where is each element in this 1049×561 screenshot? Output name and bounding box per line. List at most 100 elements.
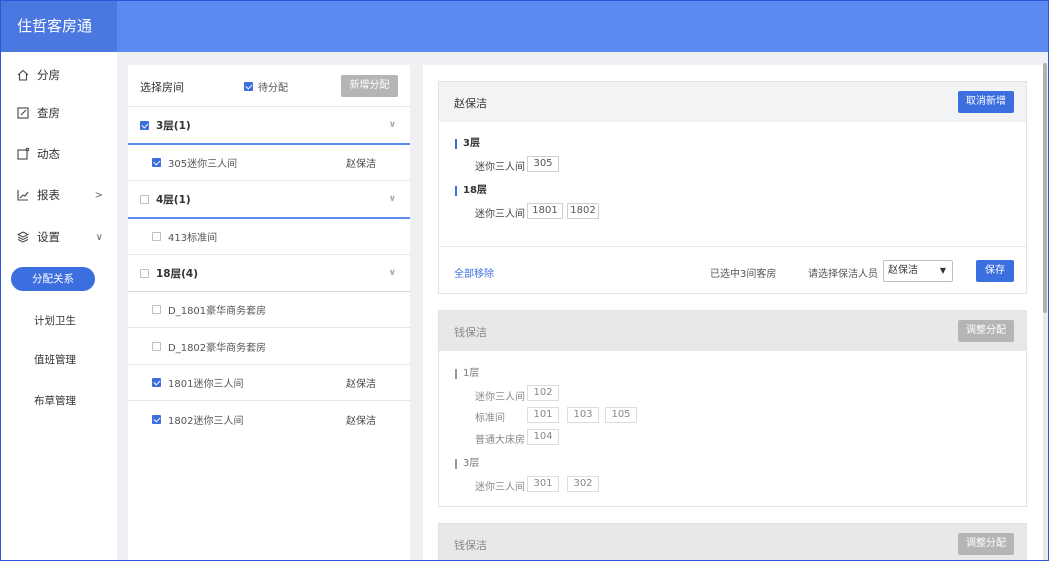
sidebar-item-assign-rooms[interactable]: 分房: [1, 56, 117, 94]
room-assignee: 赵保洁: [346, 378, 376, 390]
cleaner-select[interactable]: 赵保洁 ▼: [883, 260, 953, 282]
room-checkbox[interactable]: [152, 304, 161, 314]
cleaner-select-value: 赵保洁: [888, 265, 918, 276]
room-panel-header: 选择房间 待分配 新增分配: [128, 65, 410, 107]
add-assignment-button[interactable]: 新增分配: [341, 75, 398, 97]
floor-label: 18层: [455, 186, 487, 196]
sidebar-item-updates[interactable]: 动态: [1, 135, 117, 173]
room-chip[interactable]: 102: [527, 385, 559, 401]
home-icon: [15, 67, 31, 83]
room-chip[interactable]: 302: [567, 476, 599, 492]
cleaner-name: 钱保洁: [454, 539, 487, 552]
room-label: 413标准间: [168, 232, 218, 244]
room-assignee: 赵保洁: [346, 416, 376, 427]
sidebar-item-reports[interactable]: 报表 >: [1, 176, 117, 214]
floor-label: 1层: [455, 369, 479, 379]
sidebar-item-label: 动态: [37, 147, 60, 161]
card-footer: 全部移除 已选中3间客房 请选择保洁人员 赵保洁 ▼ 保存: [439, 246, 1026, 294]
selected-count: 已选中3间客房: [710, 269, 777, 280]
room-type-label: 标准间: [475, 413, 505, 424]
room-panel-title: 选择房间: [140, 81, 184, 94]
room-label: 1801迷你三人间: [168, 378, 244, 390]
floor-row-3[interactable]: 3层(1) ∨: [128, 107, 410, 144]
chevron-down-icon[interactable]: ∨: [389, 120, 396, 130]
floor-label: 3层: [455, 459, 479, 469]
room-row-1801[interactable]: 1801迷你三人间 赵保洁: [128, 364, 410, 401]
sidebar-subitem-assignment[interactable]: 分配关系: [11, 267, 95, 291]
pending-filter[interactable]: 待分配: [244, 79, 288, 94]
sidebar-item-label: 查房: [37, 106, 60, 120]
chevron-down-icon[interactable]: ∨: [389, 194, 396, 204]
floor-checkbox[interactable]: [140, 268, 149, 278]
layers-icon: [15, 229, 31, 245]
room-checkbox[interactable]: [152, 231, 161, 241]
room-type-label: 迷你三人间: [475, 162, 525, 173]
cleaner-name: 赵保洁: [454, 97, 487, 110]
room-row-d1802[interactable]: D_1802豪华商务套房: [128, 328, 410, 365]
room-assignee: 赵保洁: [346, 158, 376, 170]
room-type-label: 迷你三人间: [475, 209, 525, 220]
floor-row-18[interactable]: 18层(4) ∨: [128, 255, 410, 292]
room-checkbox[interactable]: [152, 157, 161, 167]
sidebar-subitem-duty-management[interactable]: 值班管理: [1, 348, 117, 372]
floor-label: 3层(1): [156, 119, 191, 132]
sidebar-item-label: 报表: [37, 188, 60, 202]
room-checkbox[interactable]: [152, 415, 161, 424]
caret-down-icon: ▼: [939, 266, 946, 275]
scrollbar-thumb[interactable]: [1043, 63, 1047, 313]
room-row-305[interactable]: 305迷你三人间 赵保洁: [128, 144, 410, 181]
chevron-down-icon: ∨: [95, 231, 103, 243]
room-row-1802[interactable]: 1802迷你三人间 赵保洁: [128, 401, 410, 438]
room-type-label: 迷你三人间: [475, 392, 525, 403]
sidebar-item-settings[interactable]: 设置 ∨: [1, 218, 117, 256]
room-label: D_1801豪华商务套房: [168, 305, 267, 317]
sidebar-item-label: 分房: [37, 68, 60, 82]
room-chip[interactable]: 105: [605, 407, 637, 423]
sidebar-item-label: 设置: [37, 230, 60, 244]
adjust-assignment-button[interactable]: 调整分配: [958, 533, 1014, 555]
top-header: [1, 1, 1048, 52]
chevron-right-icon: >: [94, 189, 103, 201]
adjust-assignment-button[interactable]: 调整分配: [958, 320, 1014, 342]
pending-checkbox[interactable]: [244, 82, 253, 91]
room-chip[interactable]: 101: [527, 407, 559, 423]
app-window: 住哲客房通 分房 查房 动态 报表 > 设置 ∨ 分配关系 计划卫生 值班管理: [0, 0, 1049, 561]
floor-row-4[interactable]: 4层(1) ∨: [128, 181, 410, 218]
sidebar-subitem-linen-management[interactable]: 布草管理: [1, 389, 117, 413]
cancel-add-button[interactable]: 取消新增: [958, 91, 1014, 113]
room-chip[interactable]: 301: [527, 476, 559, 492]
chevron-down-icon[interactable]: ∨: [389, 268, 396, 278]
card-header: 钱保洁 调整分配: [439, 524, 1026, 560]
save-button[interactable]: 保存: [976, 260, 1014, 282]
assignment-card: 钱保洁 调整分配 1层 迷你三人间 102 标准间 101 103 105 普通…: [438, 310, 1027, 507]
room-chip[interactable]: 305: [527, 156, 559, 172]
assignment-card: 钱保洁 调整分配: [438, 523, 1027, 560]
cleaner-name: 钱保洁: [454, 326, 487, 339]
sidebar-subitem-planned-cleaning[interactable]: 计划卫生: [1, 309, 117, 333]
floor-checkbox[interactable]: [140, 194, 149, 204]
room-checkbox[interactable]: [152, 341, 161, 351]
room-row-413[interactable]: 413标准间: [128, 218, 410, 255]
room-checkbox[interactable]: [152, 377, 161, 387]
room-type-label: 普通大床房: [475, 435, 525, 446]
room-type-label: 迷你三人间: [475, 482, 525, 493]
floor-checkbox[interactable]: [140, 120, 149, 130]
room-chip[interactable]: 1802: [567, 203, 599, 219]
room-select-panel: 选择房间 待分配 新增分配 3层(1) ∨ 305迷你三人间 赵保洁 4层(1)…: [128, 65, 410, 560]
room-chip[interactable]: 1801: [527, 203, 563, 219]
room-chip[interactable]: 104: [527, 429, 559, 445]
room-chip[interactable]: 103: [567, 407, 599, 423]
app-title: 住哲客房通: [1, 1, 117, 52]
pending-label: 待分配: [258, 83, 288, 94]
select-cleaner-label: 请选择保洁人员: [808, 269, 878, 280]
floor-label: 3层: [455, 139, 480, 149]
edit-icon: [15, 105, 31, 121]
card-header: 赵保洁 取消新增: [439, 82, 1026, 122]
remove-all-link[interactable]: 全部移除: [454, 265, 494, 280]
room-label: D_1802豪华商务套房: [168, 342, 267, 354]
card-header: 钱保洁 调整分配: [439, 311, 1026, 351]
room-row-d1801[interactable]: D_1801豪华商务套房: [128, 291, 410, 328]
floor-label: 4层(1): [156, 193, 191, 206]
room-label: 305迷你三人间: [168, 158, 238, 170]
sidebar-item-inspect-rooms[interactable]: 查房: [1, 94, 117, 132]
